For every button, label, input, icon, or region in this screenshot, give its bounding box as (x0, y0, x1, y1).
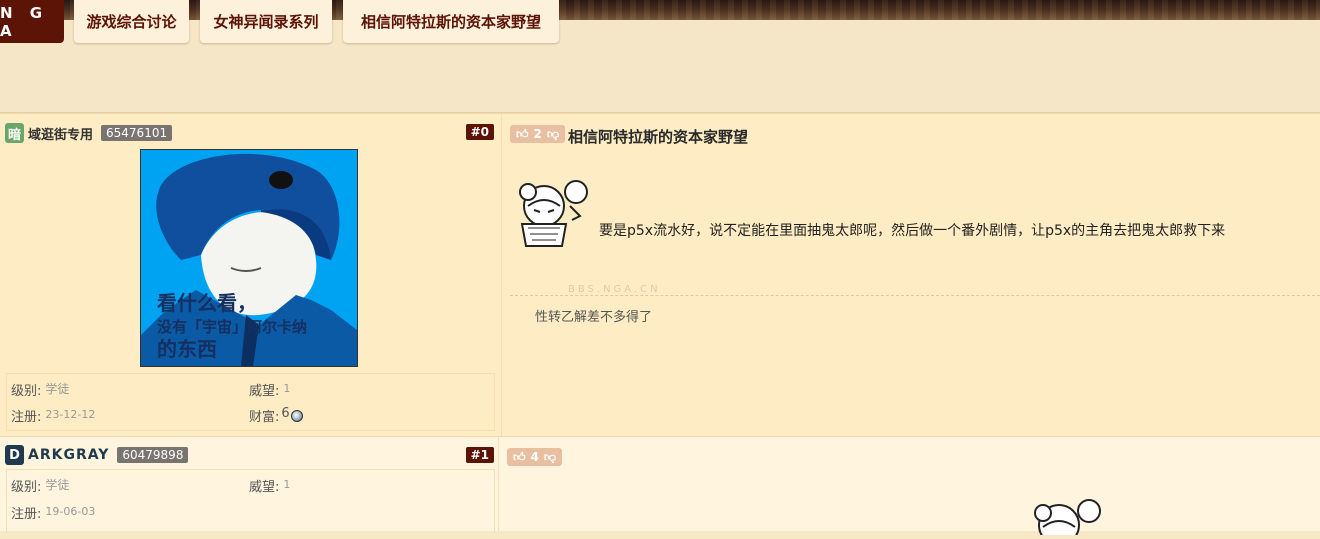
user-signature: 性转乙解差不多得了 (535, 310, 653, 325)
prestige-row: 威望: 1 (249, 476, 290, 495)
floor-number[interactable]: #0 (465, 124, 494, 140)
floor-number[interactable]: #1 (465, 447, 494, 463)
user-initial-badge: 暗 (5, 123, 24, 143)
post-0: 暗 域逛街专用 65476101 #0 看什么看， 没有「宇宙」阿尔卡纳 的东西 (0, 113, 1320, 436)
anime-girl-sticker (514, 176, 596, 250)
prestige-value: 1 (283, 382, 291, 395)
register-date: 19-06-03 (45, 505, 96, 518)
signature-divider (510, 295, 1320, 296)
breadcrumb-tab-persona-series[interactable]: 女神异闻录系列 (200, 0, 332, 43)
level-row: 级别: 学徒 (11, 476, 69, 495)
post-author-column: 暗 域逛街专用 65476101 #0 看什么看， 没有「宇宙」阿尔卡纳 的东西 (0, 114, 500, 436)
level-label: 级别: (11, 480, 42, 495)
post-title: 相信阿特拉斯的资本家野望 (568, 128, 749, 146)
thumbs-down-icon[interactable]: 👎︎ (547, 127, 559, 142)
wealth-row: 财富: 6 (249, 406, 303, 425)
vote-count: 4 (530, 450, 539, 464)
header-area (0, 20, 1320, 113)
level-value: 学徒 (45, 478, 70, 492)
register-label: 注册: (11, 410, 42, 425)
vote-widget[interactable]: 👍︎ 4 👎︎ (507, 448, 563, 466)
user-initial-badge: D (5, 445, 24, 465)
thumbs-up-icon[interactable]: 👍︎ (513, 450, 526, 465)
user-id-badge[interactable]: 60479898 (117, 447, 189, 463)
avatar-caption-line1: 看什么看， (157, 291, 257, 315)
breadcrumb-tab-game-discussion[interactable]: 游戏综合讨论 (74, 0, 189, 43)
vote-count: 2 (533, 127, 542, 141)
avatar-drawing: 看什么看， 没有「宇宙」阿尔卡纳 的东西 (141, 150, 357, 366)
post-body-text: 要是p5x流水好，说不定能在里面抽鬼太郎呢，然后做一个番外剧情，让p5x的主角去… (599, 223, 1226, 239)
breadcrumb-tab-thread[interactable]: 相信阿特拉斯的资本家野望 (343, 0, 559, 43)
user-avatar: 看什么看， 没有「宇宙」阿尔卡纳 的东西 (140, 149, 358, 367)
username-link[interactable]: ARKGRAY (28, 447, 109, 463)
level-label: 级别: (11, 384, 42, 399)
coin-icon (290, 410, 303, 422)
anime-girl-sticker (1025, 495, 1109, 539)
user-info-box: 级别: 学徒 威望: 1 注册: 23-12-12 财富: 6 (6, 373, 495, 431)
post-content-column: 👍︎ 4 👎︎ (498, 437, 1320, 539)
top-banner (0, 0, 1320, 20)
wealth-label: 财富: (249, 410, 280, 425)
user-line: D ARKGRAY 60479898 (5, 445, 189, 465)
prestige-row: 威望: 1 (249, 380, 290, 399)
user-line: 暗 域逛街专用 65476101 (5, 123, 173, 143)
nga-logo[interactable]: N G A (0, 0, 64, 43)
register-row: 注册: 23-12-12 (11, 406, 95, 425)
username-link[interactable]: 域逛街专用 (28, 124, 93, 143)
level-row: 级别: 学徒 (11, 380, 69, 399)
register-row: 注册: 19-06-03 (11, 503, 95, 522)
prestige-value: 1 (283, 478, 291, 491)
prestige-label: 威望: (249, 480, 280, 495)
prestige-label: 威望: (249, 384, 280, 399)
register-date: 23-12-12 (45, 408, 96, 421)
thumbs-down-icon[interactable]: 👎︎ (544, 450, 556, 465)
avatar-caption-line3: 的东西 (157, 337, 217, 361)
user-info-box: 级别: 学徒 威望: 1 注册: 19-06-03 (6, 469, 495, 532)
wealth-value: 6 (281, 406, 290, 421)
watermark-text: BBS.NGA.CN (568, 284, 661, 295)
user-id-badge[interactable]: 65476101 (101, 125, 173, 141)
post-1: D ARKGRAY 60479898 #1 级别: 学徒 威望: 1 注册: 1… (0, 436, 1320, 539)
register-label: 注册: (11, 507, 42, 522)
post-author-column: D ARKGRAY 60479898 #1 级别: 学徒 威望: 1 注册: 1… (0, 437, 500, 532)
post-content-column: 👍︎ 2 👎︎ 相信阿特拉斯的资本家野望 要是p5x流水好，说不定能在里面抽鬼太… (501, 114, 1320, 436)
vote-widget[interactable]: 👍︎ 2 👎︎ (510, 125, 566, 143)
avatar-caption-line2: 没有「宇宙」阿尔卡纳 (157, 318, 307, 336)
level-value: 学徒 (45, 382, 70, 396)
thumbs-up-icon[interactable]: 👍︎ (516, 127, 529, 142)
